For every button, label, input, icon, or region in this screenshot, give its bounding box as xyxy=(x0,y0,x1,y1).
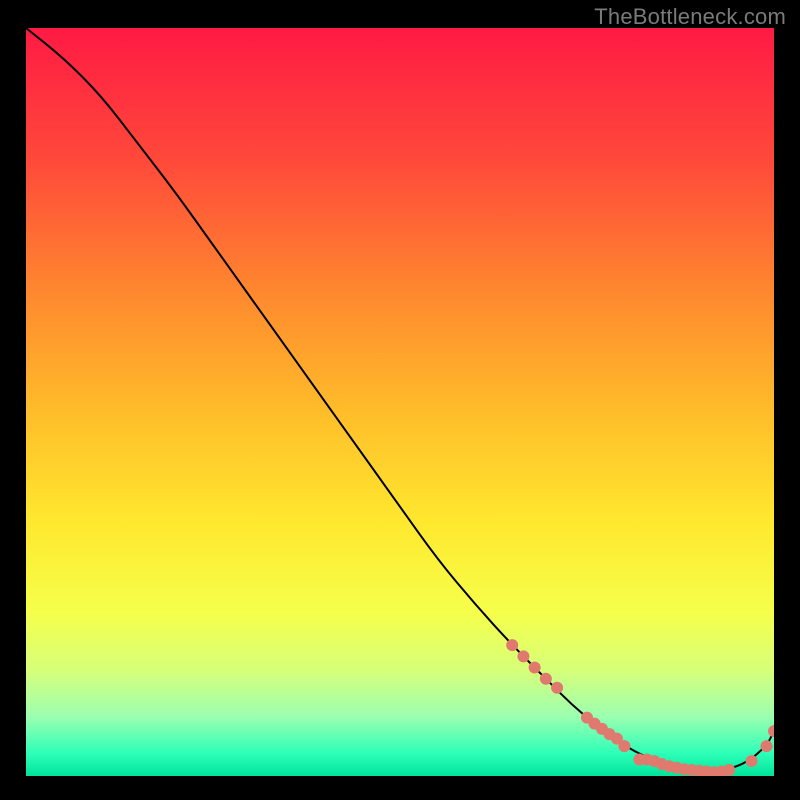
data-point xyxy=(517,650,529,662)
data-point xyxy=(618,740,630,752)
chart-container: TheBottleneck.com xyxy=(0,0,800,800)
data-point xyxy=(551,682,563,694)
data-point xyxy=(540,673,552,685)
gradient-background xyxy=(26,28,774,776)
data-point xyxy=(761,740,773,752)
data-point xyxy=(506,639,518,651)
chart-svg xyxy=(26,28,774,776)
plot-area xyxy=(26,28,774,776)
data-point xyxy=(529,662,541,674)
data-point xyxy=(723,764,735,776)
watermark-text: TheBottleneck.com xyxy=(594,4,786,30)
data-point xyxy=(746,755,758,767)
